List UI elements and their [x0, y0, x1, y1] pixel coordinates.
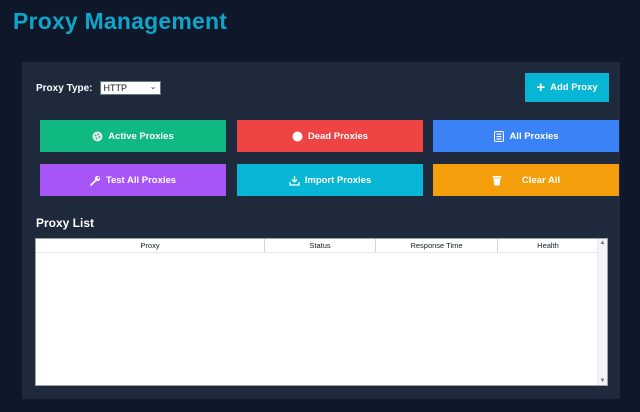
- import-proxies-button[interactable]: Import Proxies: [237, 164, 423, 196]
- dead-proxies-label: Dead Proxies: [307, 130, 369, 142]
- column-header-status[interactable]: Status: [265, 239, 376, 252]
- circle-icon: [292, 131, 303, 142]
- all-proxies-button[interactable]: All Proxies: [433, 120, 619, 152]
- test-all-proxies-button[interactable]: Test All Proxies: [40, 164, 226, 196]
- proxy-type-select[interactable]: HTTP ⌄: [99, 81, 161, 95]
- scroll-down-icon[interactable]: ▼: [598, 378, 607, 384]
- scroll-up-icon[interactable]: ▲: [598, 240, 607, 246]
- proxy-type-label: Proxy Type:: [36, 82, 93, 94]
- column-header-response-time[interactable]: Response Time: [376, 239, 498, 252]
- table-header: Proxy Status Response Time Health: [36, 239, 607, 253]
- dead-proxies-button[interactable]: Dead Proxies: [237, 120, 423, 152]
- table-scrollbar[interactable]: ▲ ▼: [597, 239, 607, 385]
- import-icon: [289, 175, 300, 186]
- proxy-table[interactable]: Proxy Status Response Time Health ▲ ▼: [35, 238, 608, 386]
- page-title: Proxy Management: [13, 8, 228, 34]
- import-proxies-label: Import Proxies: [304, 174, 372, 186]
- active-proxies-label: Active Proxies: [108, 130, 174, 142]
- wrench-icon: [89, 175, 101, 186]
- proxy-type-group: Proxy Type: HTTP ⌄: [36, 81, 161, 95]
- clear-all-button[interactable]: Clear All: [433, 164, 619, 196]
- trash-icon: [492, 175, 503, 186]
- proxy-type-value: HTTP: [103, 83, 128, 93]
- proxy-list-title: Proxy List: [36, 216, 95, 230]
- test-all-proxies-label: Test All Proxies: [105, 174, 177, 186]
- all-proxies-label: All Proxies: [509, 130, 559, 142]
- chevron-down-icon: ⌄: [149, 82, 157, 91]
- column-header-proxy[interactable]: Proxy: [36, 239, 265, 252]
- column-header-health[interactable]: Health: [498, 239, 598, 252]
- plus-icon: +: [536, 79, 546, 96]
- circle-dots-icon: [92, 131, 103, 142]
- clear-all-label: Clear All: [521, 174, 561, 186]
- list-icon: [493, 130, 504, 142]
- add-proxy-button[interactable]: + Add Proxy: [525, 73, 609, 102]
- add-proxy-label: Add Proxy: [550, 82, 598, 93]
- proxy-panel: Proxy Type: HTTP ⌄ + Add Proxy Active Pr…: [22, 62, 620, 399]
- active-proxies-button[interactable]: Active Proxies: [40, 120, 226, 152]
